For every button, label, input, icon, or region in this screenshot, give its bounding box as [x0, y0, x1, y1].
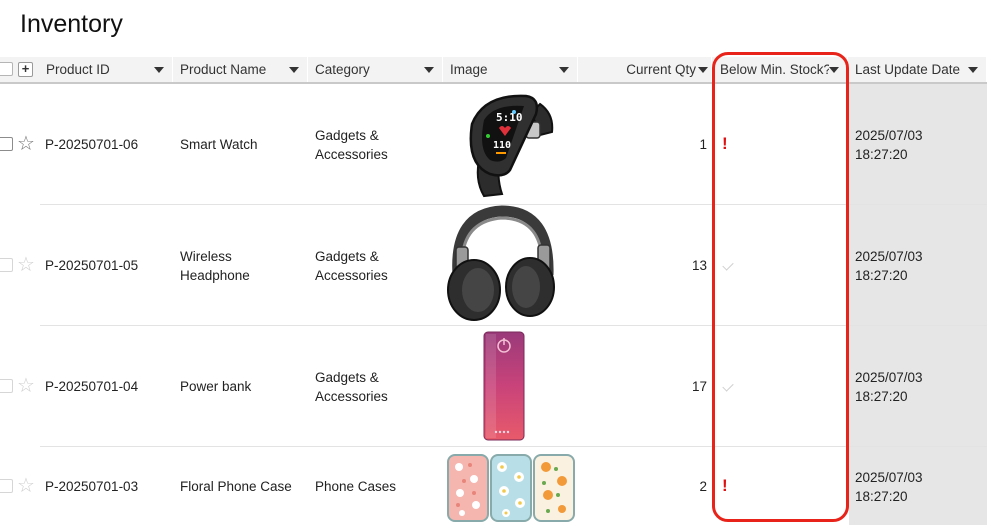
time-line: 18:27:20 [855, 389, 908, 404]
column-header-below-min-stock[interactable]: Below Min. Stock? [714, 57, 848, 82]
checkmark-icon [722, 259, 734, 271]
product-name-cell: Floral Phone Case [180, 479, 292, 494]
current-qty-cell: 17 [691, 379, 707, 394]
svg-text:110: 110 [493, 140, 511, 151]
checkmark-icon [722, 380, 734, 392]
column-header-product-name[interactable]: Product Name [174, 57, 308, 82]
category-cell: Phone Cases [315, 479, 397, 494]
star-icon[interactable]: ☆ [17, 134, 35, 154]
category-cell: Gadgets & Accessories [315, 247, 388, 285]
date-line: 2025/07/03 [855, 128, 923, 143]
table-row[interactable]: ☆ P-20250701-06 Smart Watch Gadgets & Acc… [0, 84, 923, 205]
column-header-label: Below Min. Stock? [720, 62, 829, 77]
date-line: 2025/07/03 [855, 470, 923, 485]
row-checkbox[interactable] [0, 379, 13, 393]
add-row-button[interactable]: + [18, 62, 33, 77]
sort-caret-icon[interactable] [424, 66, 434, 73]
table-row[interactable]: ☆ P-20250701-05 Wireless Headphone Gadget… [0, 205, 923, 326]
last-update-cell: 2025/07/03 18:27:20 [855, 247, 923, 285]
below-min-alert-icon: ! [722, 134, 728, 153]
last-update-cell: 2025/07/03 18:27:20 [855, 468, 923, 506]
product-name-line: Wireless [180, 249, 232, 264]
product-name-cell: Smart Watch [180, 137, 258, 152]
column-header-category[interactable]: Category [309, 57, 443, 82]
product-name-cell: Wireless Headphone [180, 247, 250, 285]
current-qty-cell: 1 [699, 137, 707, 152]
category-line: Accessories [315, 147, 388, 162]
table-row[interactable]: ☆ P-20250701-03 Floral Phone Case Phone … [0, 447, 923, 525]
row-checkbox[interactable] [0, 258, 13, 272]
page-title: Inventory [20, 10, 123, 38]
row-checkbox[interactable] [0, 137, 13, 151]
column-header-label: Image [450, 62, 488, 77]
smart-watch-image: 5:10 110 [444, 84, 564, 205]
category-line: Accessories [315, 389, 388, 404]
column-header-label: Product ID [46, 62, 110, 77]
category-line: Gadgets & [315, 370, 379, 385]
product-id-cell: P-20250701-03 [45, 479, 139, 494]
product-name-cell: Power bank [180, 379, 252, 394]
column-header-label: Last Update Date [855, 62, 961, 77]
sort-caret-icon[interactable] [289, 66, 299, 73]
column-header-current-qty[interactable]: Current Qty [579, 57, 712, 82]
category-line: Gadgets & [315, 128, 379, 143]
column-header-label: Category [315, 62, 370, 77]
sort-caret-icon[interactable] [698, 66, 708, 73]
star-icon[interactable]: ☆ [17, 376, 35, 396]
category-line: Accessories [315, 268, 388, 283]
date-line: 2025/07/03 [855, 249, 923, 264]
product-id-cell: P-20250701-06 [45, 137, 139, 152]
floral-phone-case-image [444, 447, 575, 525]
product-id-cell: P-20250701-05 [45, 258, 139, 273]
column-header-image[interactable]: Image [444, 57, 578, 82]
sort-caret-icon[interactable] [968, 66, 978, 73]
row-checkbox[interactable] [0, 479, 13, 493]
power-bank-image [444, 326, 564, 447]
headphone-image [444, 205, 564, 326]
column-header-product-id[interactable]: Product ID [40, 57, 173, 82]
category-line: Gadgets & [315, 249, 379, 264]
product-id-cell: P-20250701-04 [45, 379, 139, 394]
product-name-line: Headphone [180, 268, 250, 283]
sort-caret-icon[interactable] [829, 66, 839, 73]
svg-text:5:10: 5:10 [496, 111, 523, 124]
star-icon[interactable]: ☆ [17, 255, 35, 275]
time-line: 18:27:20 [855, 489, 908, 504]
time-line: 18:27:20 [855, 268, 908, 283]
sort-caret-icon[interactable] [559, 66, 569, 73]
table-row[interactable]: ☆ P-20250701-04 Power bank Gadgets & Acce… [0, 326, 923, 447]
category-cell: Gadgets & Accessories [315, 126, 388, 164]
column-header-label: Product Name [180, 62, 267, 77]
column-header-label: Current Qty [626, 62, 696, 77]
current-qty-cell: 2 [699, 479, 707, 494]
table-header: Product ID Product Name Category Image C… [0, 57, 987, 84]
last-update-cell: 2025/07/03 18:27:20 [855, 126, 923, 164]
date-line: 2025/07/03 [855, 370, 923, 385]
sort-caret-icon[interactable] [154, 66, 164, 73]
last-update-cell: 2025/07/03 18:27:20 [855, 368, 923, 406]
time-line: 18:27:20 [855, 147, 908, 162]
current-qty-cell: 13 [691, 258, 707, 273]
category-cell: Gadgets & Accessories [315, 368, 388, 406]
star-icon[interactable]: ☆ [17, 476, 35, 496]
column-header-last-update-date[interactable]: Last Update Date [849, 57, 987, 82]
select-all-checkbox[interactable] [0, 62, 13, 76]
below-min-alert-icon: ! [722, 476, 728, 495]
